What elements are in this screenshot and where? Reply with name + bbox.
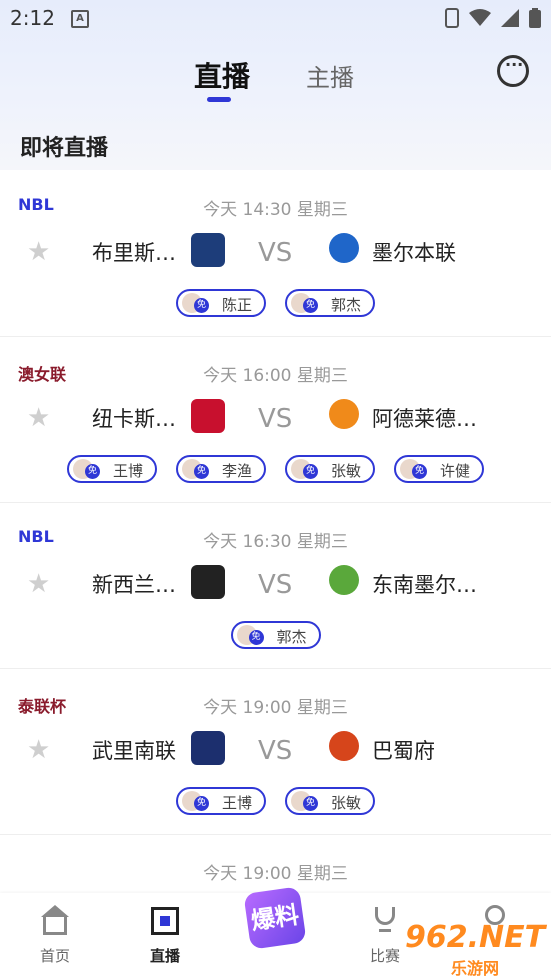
away-team: 阿德莱德… (372, 407, 477, 431)
free-badge: 免 (194, 464, 209, 479)
home-team-logo (191, 565, 225, 599)
home-icon (39, 905, 71, 937)
anchor-list: 免 陈正 免 郭杰 (0, 289, 551, 317)
star-icon[interactable]: ★ (27, 237, 50, 267)
home-team-logo (191, 731, 225, 765)
live-icon (149, 905, 181, 937)
anchor-name: 郭杰 (276, 628, 307, 646)
free-badge: 免 (85, 464, 100, 479)
anchor-list: 免 王博 免 张敏 (0, 787, 551, 815)
star-icon[interactable]: ★ (27, 735, 50, 765)
match-datetime: 今天 19:00 星期三 (203, 698, 348, 718)
anchor-list: 免 郭杰 (0, 621, 551, 649)
anchor-name: 王博 (222, 794, 253, 812)
free-badge: 免 (248, 630, 264, 645)
anchor-name: 陈正 (222, 296, 253, 314)
away-team-logo (329, 399, 359, 429)
match-card[interactable]: NBL 今天 14:30 星期三 ★ 布里斯… VS 墨尔本联 免 陈正 免 郭… (0, 171, 551, 337)
tab-anchors[interactable]: 主播 (306, 58, 354, 93)
status-time: 2:12 (10, 6, 55, 30)
free-badge: 免 (303, 298, 318, 313)
match-card[interactable]: 泰联杯 今天 19:00 星期三 ★ 武里南联 VS 巴蜀府 免 王博 免 张敏 (0, 669, 551, 835)
tab-active-indicator (207, 97, 231, 102)
match-datetime: 今天 16:30 星期三 (203, 532, 348, 552)
match-list: NBL 今天 14:30 星期三 ★ 布里斯… VS 墨尔本联 免 陈正 免 郭… (0, 171, 551, 905)
battery-icon (529, 8, 541, 28)
anchor-pill[interactable]: 免 王博 (67, 455, 157, 483)
home-team-logo (191, 233, 225, 267)
anchor-list: 免 王博 免 李渔 免 张敏 免 许健 (0, 455, 551, 483)
tab-home[interactable]: 首页 (25, 905, 85, 966)
away-team: 墨尔本联 (372, 241, 456, 265)
home-team-logo (191, 399, 225, 433)
home-team: 新西兰… (92, 573, 176, 597)
vs-label: VS (258, 404, 293, 434)
away-team-logo (329, 565, 359, 595)
wifi-icon (469, 9, 491, 26)
app-notification-icon: A (71, 10, 89, 28)
home-team: 布里斯… (92, 241, 176, 265)
away-team: 巴蜀府 (372, 739, 435, 763)
anchor-pill[interactable]: 免 郭杰 (230, 621, 321, 649)
status-icons (445, 8, 541, 28)
watermark-sub: 乐游网 (451, 959, 500, 978)
tab-home-label: 首页 (39, 947, 70, 965)
vs-label: VS (258, 736, 293, 766)
star-icon[interactable]: ★ (27, 403, 50, 433)
anchor-name: 郭杰 (331, 296, 362, 314)
anchor-name: 李渔 (222, 462, 253, 480)
tab-live-label: 直播 (149, 947, 180, 965)
anchor-name: 王博 (113, 462, 144, 480)
anchor-pill[interactable]: 免 张敏 (285, 787, 375, 815)
vs-label: VS (258, 570, 293, 600)
center-feature-button[interactable]: 爆料 (243, 886, 307, 950)
home-team: 武里南联 (92, 739, 176, 763)
vibrate-icon (445, 8, 459, 28)
anchor-name: 许健 (440, 462, 471, 480)
away-team-logo (329, 233, 359, 263)
anchor-pill[interactable]: 免 郭杰 (285, 289, 375, 317)
free-badge: 免 (194, 796, 209, 811)
anchor-pill[interactable]: 免 李渔 (176, 455, 266, 483)
signal-icon (501, 9, 519, 27)
match-datetime: 今天 14:30 星期三 (203, 200, 348, 220)
anchor-pill[interactable]: 免 许健 (394, 455, 484, 483)
match-card[interactable]: 澳女联 今天 16:00 星期三 ★ 纽卡斯… VS 阿德莱德… 免 王博 免 … (0, 337, 551, 503)
chat-bubble-icon[interactable] (497, 55, 529, 87)
match-card[interactable]: NBL 今天 16:30 星期三 ★ 新西兰… VS 东南墨尔… 免 郭杰 (0, 503, 551, 669)
star-icon[interactable]: ★ (27, 569, 50, 599)
tab-live[interactable]: 直播 (194, 55, 250, 95)
status-bar: 2:12 A (0, 0, 551, 38)
away-team: 东南墨尔… (372, 573, 477, 597)
free-badge: 免 (412, 464, 427, 479)
anchor-name: 张敏 (331, 794, 362, 812)
trophy-icon (369, 905, 401, 937)
match-datetime: 今天 19:00 星期三 (203, 864, 348, 884)
away-team-logo (329, 731, 359, 761)
anchor-name: 张敏 (331, 462, 362, 480)
match-datetime: 今天 16:00 星期三 (203, 366, 348, 386)
tab-live-bottom[interactable]: 直播 (135, 905, 195, 966)
anchor-pill[interactable]: 免 陈正 (176, 289, 266, 317)
home-team: 纽卡斯… (92, 407, 176, 431)
free-badge: 免 (303, 464, 318, 479)
vs-label: VS (258, 238, 293, 268)
watermark-number: 962.NET (405, 920, 546, 955)
watermark-logo: 962.NET 乐游网 (405, 920, 546, 978)
free-badge: 免 (303, 796, 318, 811)
section-title: 即将直播 (20, 136, 109, 161)
anchor-pill[interactable]: 免 王博 (176, 787, 266, 815)
free-badge: 免 (194, 298, 209, 313)
anchor-pill[interactable]: 免 张敏 (285, 455, 375, 483)
top-tabs: 直播 主播 (0, 55, 551, 115)
